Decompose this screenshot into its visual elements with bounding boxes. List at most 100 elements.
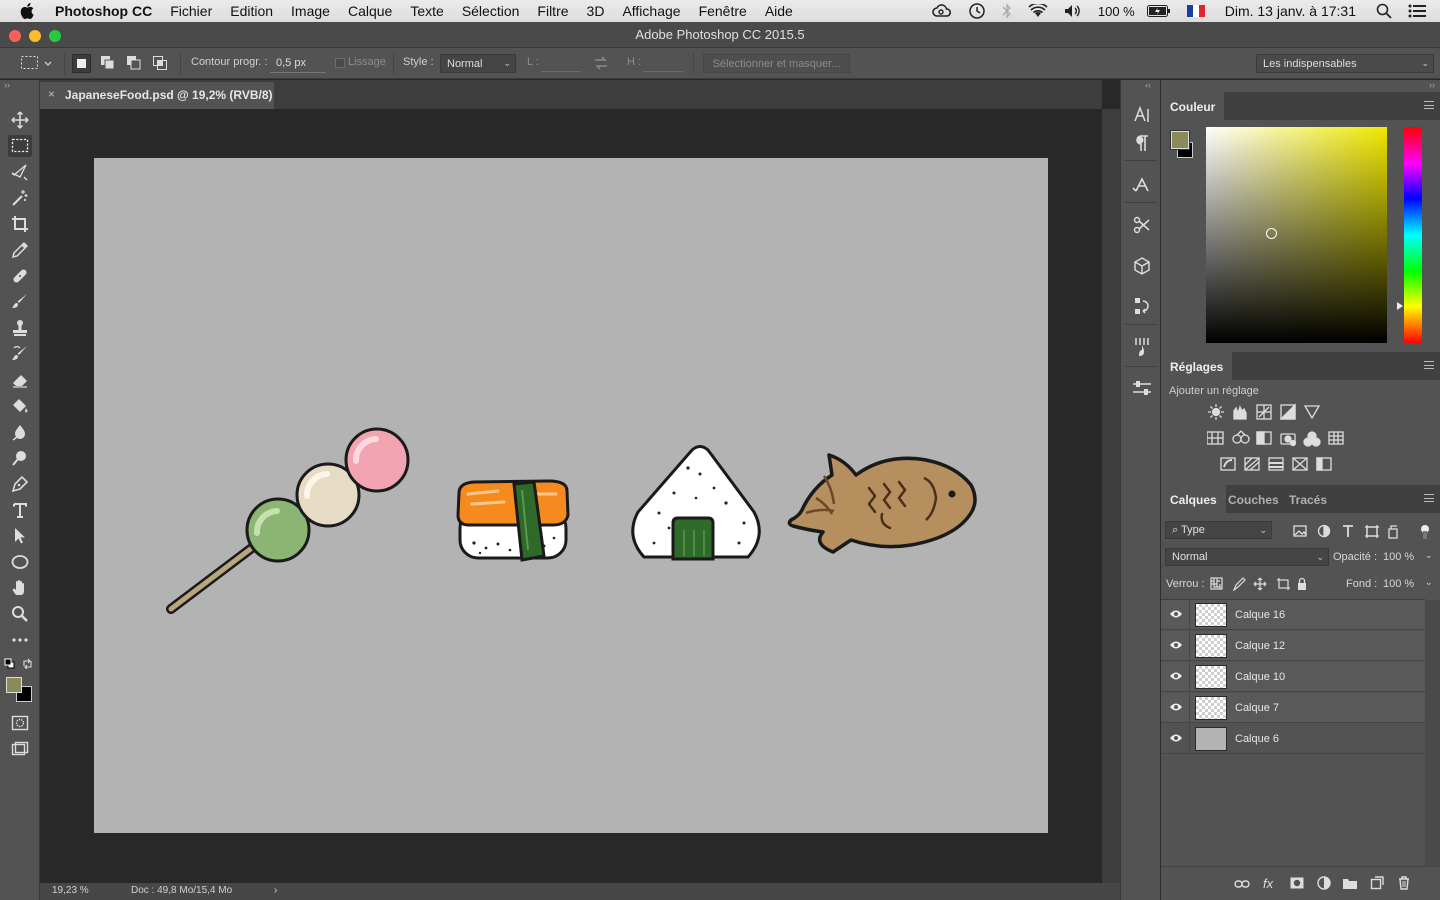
- brush-tool-icon[interactable]: [8, 291, 32, 313]
- history-brush-tool-icon[interactable]: [8, 343, 32, 365]
- fill-value[interactable]: 100 %: [1383, 578, 1414, 590]
- 3d-panel-icon[interactable]: [1130, 254, 1154, 278]
- battery-icon[interactable]: [1139, 0, 1179, 22]
- wifi-icon[interactable]: [1020, 0, 1056, 22]
- spotlight-search-icon[interactable]: [1368, 0, 1400, 22]
- path-selection-tool-icon[interactable]: [8, 525, 32, 547]
- visibility-eye-icon[interactable]: [1169, 640, 1183, 650]
- blur-tool-icon[interactable]: [8, 421, 32, 443]
- layer-name[interactable]: Calque 16: [1235, 609, 1285, 621]
- marquee-preset-icon[interactable]: [20, 55, 54, 71]
- type-tool-icon[interactable]: [8, 499, 32, 521]
- chevron-down-icon[interactable]: ⌄: [1425, 550, 1433, 561]
- visibility-eye-icon[interactable]: [1169, 733, 1183, 743]
- more-tools-icon[interactable]: [8, 629, 32, 651]
- brush-settings-icon[interactable]: [1130, 335, 1154, 359]
- paint-bucket-tool-icon[interactable]: [8, 395, 32, 417]
- eyedropper-tool-icon[interactable]: [8, 239, 32, 261]
- menu-calque[interactable]: Calque: [339, 0, 401, 22]
- quick-mask-icon[interactable]: [8, 712, 32, 734]
- doc-size-info[interactable]: Doc : 49,8 Mo/15,4 Mo: [131, 885, 232, 896]
- menu-image[interactable]: Image: [282, 0, 339, 22]
- workspace-select[interactable]: Les indispensables ⌄: [1256, 54, 1434, 73]
- screen-mode-icon[interactable]: [8, 738, 32, 760]
- default-colors-icon[interactable]: [4, 658, 15, 669]
- color-panel-fg-swatch[interactable]: [1170, 130, 1190, 150]
- new-selection-button[interactable]: [72, 54, 91, 73]
- clock[interactable]: Dim. 13 janv. à 17:31: [1213, 0, 1368, 22]
- select-and-mask-button[interactable]: Sélectionner et masquer...: [703, 54, 850, 73]
- blend-mode-select[interactable]: Normal ⌄: [1165, 548, 1329, 566]
- zoom-tool-icon[interactable]: [8, 603, 32, 625]
- glyphs-panel-icon[interactable]: [1130, 173, 1154, 197]
- layer-row[interactable]: Calque 12: [1161, 631, 1425, 661]
- menu-texte[interactable]: Texte: [401, 0, 452, 22]
- notification-center-icon[interactable]: [1400, 0, 1440, 22]
- bluetooth-icon[interactable]: [994, 0, 1020, 22]
- lasso-tool-icon[interactable]: [8, 161, 32, 183]
- status-menu-arrow-icon[interactable]: ›: [274, 885, 277, 896]
- hue-slider[interactable]: [1404, 127, 1422, 343]
- hue-slider-thumb-icon[interactable]: [1397, 302, 1403, 310]
- menu-fenetre[interactable]: Fenêtre: [690, 0, 756, 22]
- delete-layer-trash-icon[interactable]: [1398, 876, 1410, 890]
- close-tab-icon[interactable]: ×: [48, 87, 55, 101]
- hand-tool-icon[interactable]: [8, 577, 32, 599]
- layer-row[interactable]: Calque 6: [1161, 724, 1425, 754]
- layer-name[interactable]: Calque 6: [1235, 733, 1279, 745]
- layer-name[interactable]: Calque 10: [1235, 671, 1285, 683]
- document-canvas[interactable]: [94, 158, 1048, 833]
- feather-input[interactable]: 0,5 px: [270, 54, 326, 73]
- tab-calques[interactable]: Calques: [1161, 485, 1226, 513]
- properties-panel-icon[interactable]: [1130, 376, 1154, 400]
- menu-aide[interactable]: Aide: [756, 0, 802, 22]
- layer-name[interactable]: Calque 12: [1235, 640, 1285, 652]
- layer-row[interactable]: Calque 16: [1161, 600, 1425, 630]
- layer-name[interactable]: Calque 7: [1235, 702, 1279, 714]
- eraser-tool-icon[interactable]: [8, 369, 32, 391]
- link-layers-icon[interactable]: [1234, 879, 1250, 889]
- tab-couleur[interactable]: Couleur: [1161, 92, 1225, 120]
- tab-traces[interactable]: Tracés: [1280, 485, 1336, 513]
- history-panel-icon[interactable]: [1130, 294, 1154, 318]
- clone-stamp-tool-icon[interactable]: [8, 317, 32, 339]
- menu-app-name[interactable]: Photoshop CC: [46, 0, 161, 22]
- menu-selection[interactable]: Sélection: [453, 0, 529, 22]
- tab-reglages[interactable]: Réglages: [1161, 352, 1233, 380]
- add-selection-button[interactable]: [99, 54, 117, 72]
- menu-fichier[interactable]: Fichier: [161, 0, 221, 22]
- time-machine-icon[interactable]: [960, 0, 994, 22]
- creative-cloud-icon[interactable]: [924, 0, 960, 22]
- opacity-value[interactable]: 100 %: [1383, 551, 1414, 563]
- dodge-tool-icon[interactable]: [8, 447, 32, 469]
- healing-brush-tool-icon[interactable]: [8, 265, 32, 287]
- paragraph-panel-icon[interactable]: [1130, 131, 1154, 155]
- chevron-down-icon[interactable]: ⌄: [1425, 577, 1433, 588]
- color-panel-menu-icon[interactable]: [1424, 101, 1434, 109]
- visibility-eye-icon[interactable]: [1169, 702, 1183, 712]
- apple-icon[interactable]: [0, 3, 46, 19]
- new-adjustment-layer-icon[interactable]: [1317, 876, 1331, 890]
- zoom-level[interactable]: 19,23 %: [52, 885, 89, 896]
- add-mask-icon[interactable]: [1290, 877, 1304, 889]
- antialias-checkbox[interactable]: [335, 58, 345, 68]
- vertical-scrollbar[interactable]: [1102, 109, 1120, 883]
- swap-colors-icon[interactable]: [22, 658, 33, 669]
- tool-presets-icon[interactable]: [1130, 213, 1154, 237]
- visibility-eye-icon[interactable]: [1169, 609, 1183, 619]
- intersect-selection-button[interactable]: [151, 54, 169, 72]
- subtract-selection-button[interactable]: [125, 54, 143, 72]
- character-panel-icon[interactable]: [1130, 103, 1154, 127]
- collapse-toolbar-icon[interactable]: ››: [4, 80, 10, 90]
- swap-dimensions-icon[interactable]: [593, 56, 609, 70]
- style-select[interactable]: Normal ⌄: [440, 54, 516, 73]
- collapse-strip-icon[interactable]: ‹‹: [1145, 80, 1151, 90]
- menu-3d[interactable]: 3D: [578, 0, 614, 22]
- flag-fr-icon[interactable]: [1179, 0, 1213, 22]
- fx-icon[interactable]: fx: [1263, 876, 1273, 891]
- menu-filtre[interactable]: Filtre: [528, 0, 577, 22]
- visibility-eye-icon[interactable]: [1169, 671, 1183, 681]
- width-input[interactable]: [541, 56, 581, 72]
- crop-tool-icon[interactable]: [8, 213, 32, 235]
- volume-icon[interactable]: [1056, 0, 1090, 22]
